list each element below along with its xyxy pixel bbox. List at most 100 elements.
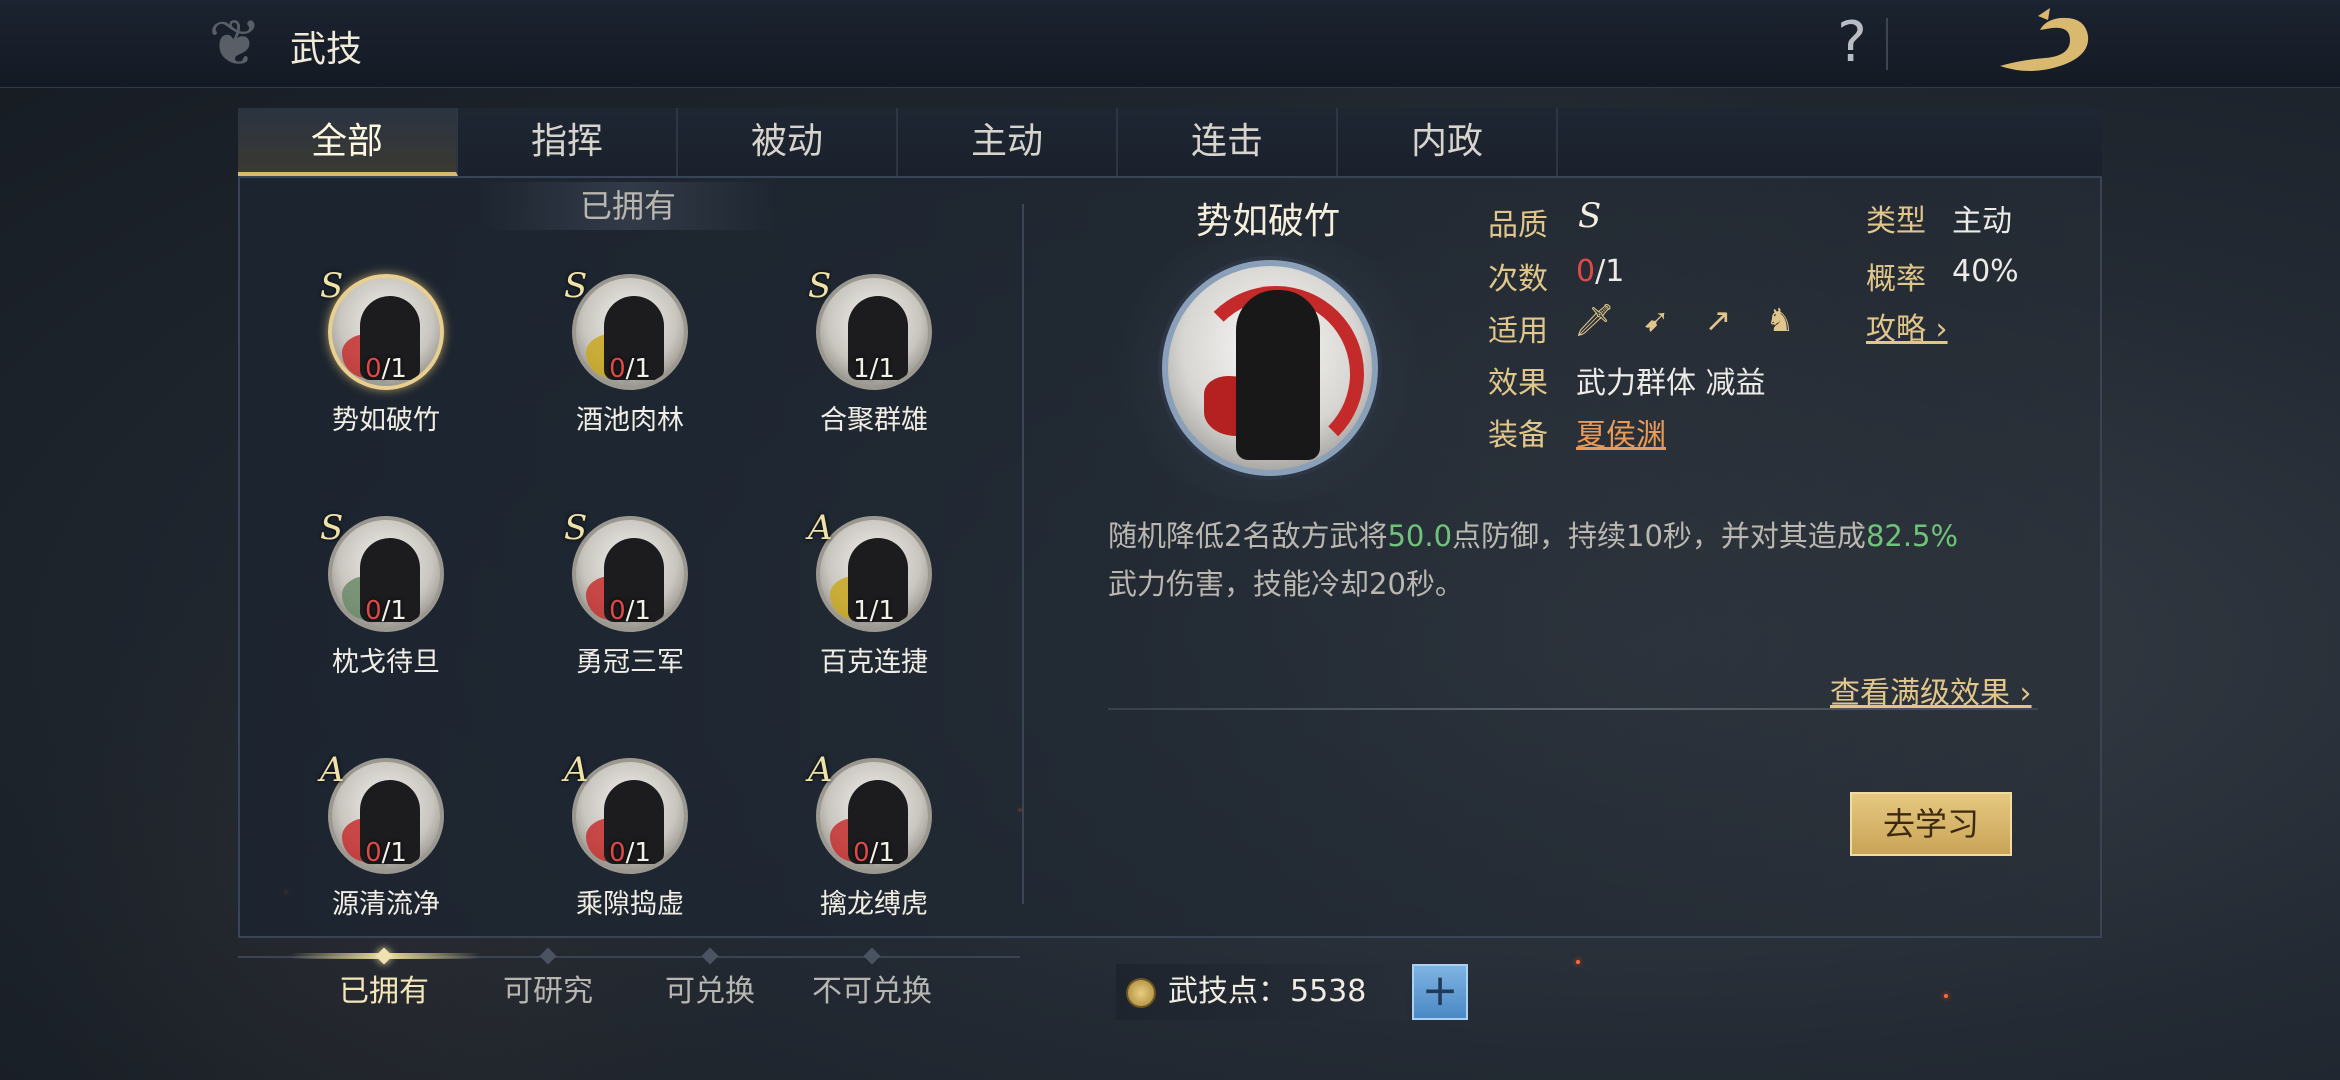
skill-count-current: 0 [365, 838, 382, 868]
bow-icon: ➹ [1642, 301, 1670, 339]
tab-command[interactable]: 指挥 [458, 108, 678, 176]
equip-label: 装备 [1488, 418, 1548, 453]
skill-card[interactable]: S 0/1 势如破竹 [306, 266, 466, 454]
rate-label: 概率 [1866, 262, 1926, 297]
points-label: 武技点： [1168, 974, 1288, 1009]
tab-internal-affairs[interactable]: 内政 [1338, 108, 1558, 176]
skill-name: 势如破竹 [332, 405, 440, 436]
skill-count-max: /1 [625, 596, 651, 626]
tab-all[interactable]: 全部 [238, 108, 458, 176]
applies-label: 适用 [1488, 314, 1548, 349]
filter-exchangeable[interactable]: 可兑换 [630, 966, 790, 1010]
skill-count-current: 0 [365, 354, 382, 384]
skill-count-max: /1 [381, 596, 407, 626]
help-button[interactable]: ? [1822, 10, 1882, 76]
skill-count-max: /1 [869, 838, 895, 868]
guide-link-label: 攻略 [1866, 312, 1926, 347]
skill-card[interactable]: A 0/1 乘隙捣虚 [550, 750, 710, 938]
sword-icon: 🗡 [1574, 301, 1615, 339]
skill-grade: S [564, 266, 588, 306]
spear-icon: ↗ [1704, 301, 1732, 339]
skill-card[interactable]: A 0/1 源清流净 [306, 750, 466, 938]
skill-name: 枕戈待旦 [332, 647, 440, 678]
skill-grade: A [808, 750, 833, 790]
skill-count-current: 0 [609, 838, 626, 868]
panel-divider [1022, 204, 1024, 904]
view-max-effect-link[interactable]: 查看满级效果 › [1830, 668, 2032, 712]
skill-count-current: 0 [609, 354, 626, 384]
skill-card[interactable]: A 0/1 擒龙缚虎 [794, 750, 954, 938]
category-tabs: 全部 指挥 被动 主动 连击 内政 [238, 108, 2102, 176]
back-dragon-icon[interactable] [1990, 6, 2100, 82]
applies-icons: 🗡 ➹ ↗ ♞ [1574, 300, 1800, 340]
desc-highlight: 50.0 [1387, 519, 1453, 553]
quality-label: 品质 [1488, 208, 1548, 243]
skill-count: 0/1 [572, 838, 688, 868]
skill-count-current: 0 [609, 596, 626, 626]
equipped-general-link[interactable]: 夏侯渊 [1576, 410, 1666, 454]
skill-count-max: /1 [869, 596, 895, 626]
skill-card[interactable]: S 1/1 合聚群雄 [794, 266, 954, 454]
skill-count: 0/1 [572, 354, 688, 384]
skill-points-display: 武技点： 5538 [1116, 964, 1406, 1020]
points-value: 5538 [1290, 974, 1367, 1009]
chevron-right-icon: › [1926, 312, 1948, 347]
skill-card[interactable]: S 0/1 枕戈待旦 [306, 508, 466, 696]
skill-count-current: 0 [853, 838, 870, 868]
learn-button[interactable]: 去学习 [1850, 792, 2012, 856]
skill-grade: S [564, 508, 588, 548]
filter-marker [701, 947, 719, 965]
skill-count-current: 1 [853, 596, 870, 626]
owned-section-header: 已拥有 [478, 182, 778, 230]
quality-value: S [1578, 196, 1602, 236]
filter-researchable[interactable]: 可研究 [468, 966, 628, 1010]
skill-grade: A [564, 750, 589, 790]
skill-count-current: 0 [365, 596, 382, 626]
skill-count: 1/1 [816, 354, 932, 384]
top-bar: ❦ 武技 ? [0, 0, 2340, 88]
horse-icon: ♞ [1765, 301, 1795, 339]
skill-count: 0/1 [328, 838, 444, 868]
skill-count-max: /1 [381, 354, 407, 384]
filter-marker [863, 947, 881, 965]
skill-count-max: /1 [625, 838, 651, 868]
skill-name: 擒龙缚虎 [820, 889, 928, 920]
filter-owned[interactable]: 已拥有 [304, 966, 464, 1010]
tab-active[interactable]: 主动 [898, 108, 1118, 176]
filter-marker [539, 947, 557, 965]
skill-name: 百克连捷 [820, 647, 928, 678]
skill-description: 随机降低2名敌方武将50.0点防御，持续10秒，并对其造成82.5% 武力伤害，… [1108, 512, 2028, 608]
skill-grade: A [808, 508, 833, 548]
detail-skill-name: 势如破竹 [1195, 201, 1340, 242]
add-points-button[interactable]: + [1412, 964, 1468, 1020]
guide-link[interactable]: 攻略 › [1866, 304, 1948, 348]
count-value: 0/1 [1576, 254, 1624, 289]
chevron-right-icon: › [2010, 676, 2032, 711]
count-current: 0 [1576, 254, 1596, 289]
skill-card[interactable]: S 0/1 勇冠三军 [550, 508, 710, 696]
skill-count-max: /1 [381, 838, 407, 868]
skill-count: 0/1 [328, 354, 444, 384]
tab-passive[interactable]: 被动 [678, 108, 898, 176]
skill-card[interactable]: A 1/1 百克连捷 [794, 508, 954, 696]
filter-marker [375, 947, 393, 965]
skill-card[interactable]: S 0/1 酒池肉林 [550, 266, 710, 454]
skill-count-max: /1 [869, 354, 895, 384]
divider [1886, 18, 1888, 70]
count-max: /1 [1595, 254, 1625, 289]
desc-text: 随机降低2名敌方武将 [1108, 519, 1388, 553]
skill-count: 0/1 [572, 596, 688, 626]
skill-count-current: 1 [853, 354, 870, 384]
skill-name: 乘隙捣虚 [576, 889, 684, 920]
rate-value: 40% [1952, 254, 2019, 289]
skill-grade: A [320, 750, 345, 790]
tab-combo[interactable]: 连击 [1118, 108, 1338, 176]
page-title: 武技 [290, 29, 363, 70]
skill-grade: S [320, 508, 344, 548]
filter-not-exchangeable[interactable]: 不可兑换 [792, 966, 952, 1010]
dragon-emblem-icon: ❦ [208, 7, 262, 81]
skill-name: 酒池肉林 [576, 405, 684, 436]
skill-count: 1/1 [816, 596, 932, 626]
effect-value: 武力群体 减益 [1576, 366, 1766, 401]
skill-count: 0/1 [328, 596, 444, 626]
